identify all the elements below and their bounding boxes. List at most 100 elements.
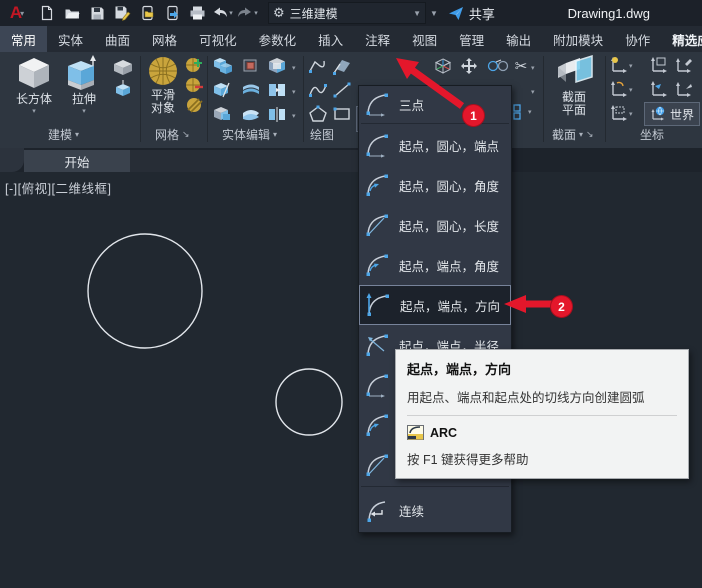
chevron-down-icon[interactable]: ▾ bbox=[629, 110, 633, 118]
line-button[interactable] bbox=[331, 80, 353, 100]
panel-separator bbox=[303, 56, 304, 142]
ucs-rotate-button[interactable] bbox=[608, 79, 628, 99]
panel-label-modeling[interactable]: 建模 ▾ bbox=[48, 126, 79, 143]
save-to-web-button[interactable] bbox=[161, 2, 183, 24]
ucs-previous-button[interactable] bbox=[648, 79, 668, 99]
tab-parametric[interactable]: 参数化 bbox=[248, 26, 308, 52]
tab-view[interactable]: 视图 bbox=[401, 26, 448, 52]
autocad-window: A ▾ ▾ ▾ ⚙ 三维建模 ▼ ▼ 共享 Drawing1.dwg 常用 实体… bbox=[0, 0, 702, 588]
subtract-button[interactable] bbox=[240, 56, 262, 76]
ribbon: 长方体 ▾ 拉伸 ▾ 建模 ▾ 平滑 对象 网格 ↘ ▾ ▾ ▾ 实体编辑 ▾ … bbox=[0, 52, 702, 148]
tab-featured-apps[interactable]: 精选应用 bbox=[661, 26, 702, 52]
chevron-down-icon[interactable]: ▾ bbox=[629, 86, 633, 94]
presspull-button[interactable] bbox=[112, 79, 134, 99]
separate-button[interactable] bbox=[266, 104, 288, 124]
interfere-button[interactable] bbox=[266, 56, 288, 76]
extrude-icon bbox=[68, 55, 96, 90]
open-from-web-button[interactable] bbox=[136, 2, 158, 24]
tab-home[interactable]: 常用 bbox=[0, 26, 48, 52]
ucs-origin-button[interactable] bbox=[674, 55, 694, 75]
tab-visualize[interactable]: 可视化 bbox=[188, 26, 248, 52]
spline-button[interactable] bbox=[307, 80, 329, 100]
save-button[interactable] bbox=[86, 2, 108, 24]
menu-divider bbox=[361, 486, 509, 487]
document-title: Drawing1.dwg bbox=[567, 5, 650, 21]
paper-plane-icon bbox=[448, 6, 463, 20]
ucs-named-button[interactable] bbox=[648, 55, 668, 75]
tab-collaborate[interactable]: 协作 bbox=[614, 26, 661, 52]
chevron-down-icon[interactable]: ▾ bbox=[528, 108, 532, 116]
panel-label-draw[interactable]: 绘图 bbox=[310, 126, 334, 143]
chevron-down-icon[interactable]: ▾ bbox=[531, 64, 535, 72]
ucs-icon-button[interactable] bbox=[608, 55, 628, 75]
tab-solid[interactable]: 实体 bbox=[47, 26, 94, 52]
tab-manage[interactable]: 管理 bbox=[448, 26, 495, 52]
box-button[interactable]: 长方体 ▾ bbox=[8, 55, 60, 115]
share-button[interactable]: 共享 bbox=[448, 4, 495, 23]
chevron-down-icon[interactable]: ▾ bbox=[629, 62, 633, 70]
gizmo-button[interactable] bbox=[432, 56, 454, 76]
chevron-down-icon[interactable]: ▾ bbox=[292, 112, 296, 120]
arc-center-start-angle-icon bbox=[363, 410, 393, 440]
shell-button[interactable] bbox=[240, 104, 262, 124]
arc-center-start-length-icon bbox=[363, 450, 393, 480]
trim-button[interactable]: ✂ bbox=[512, 56, 530, 76]
tab-insert[interactable]: 插入 bbox=[307, 26, 354, 52]
gear-icon: ⚙ bbox=[273, 5, 285, 20]
union-button[interactable] bbox=[212, 56, 234, 76]
surface-patch-button[interactable] bbox=[331, 56, 353, 76]
file-tab-start[interactable]: 开始 bbox=[24, 150, 130, 172]
lasso-select-button[interactable] bbox=[486, 56, 510, 76]
tab-surface[interactable]: 曲面 bbox=[94, 26, 141, 52]
chevron-down-icon[interactable]: ▾ bbox=[292, 64, 296, 72]
qat-customize-icon[interactable]: ▼ bbox=[430, 9, 438, 18]
tooltip-description: 用起点、端点和起点处的切线方向创建圆弧 bbox=[407, 391, 645, 405]
open-file-button[interactable] bbox=[61, 2, 83, 24]
menu-item-start-end-angle[interactable]: 起点，端点，角度 bbox=[359, 245, 511, 285]
menu-item-three-point[interactable]: 三点 bbox=[359, 86, 511, 122]
ucs-zaxis-button[interactable] bbox=[674, 79, 694, 99]
save-as-button[interactable] bbox=[111, 2, 133, 24]
menu-item-continue[interactable]: 连续 bbox=[359, 488, 511, 532]
polygon-button[interactable] bbox=[307, 104, 329, 124]
move-button[interactable] bbox=[458, 56, 480, 76]
tab-mesh[interactable]: 网格 bbox=[141, 26, 188, 52]
plot-button[interactable] bbox=[186, 2, 208, 24]
menu-item-start-center-end[interactable]: 起点，圆心，端点 bbox=[359, 125, 511, 165]
new-file-button[interactable] bbox=[36, 2, 58, 24]
mesh-refine-button[interactable] bbox=[185, 56, 205, 74]
panel-label-coords[interactable]: 坐标 bbox=[640, 126, 664, 143]
panel-label-solid-edit[interactable]: 实体编辑 ▾ bbox=[222, 126, 277, 143]
menu-item-start-center-angle[interactable]: 起点，圆心，角度 bbox=[359, 165, 511, 205]
autocad-app-menu-icon[interactable]: A ▾ bbox=[4, 2, 30, 24]
chevron-down-icon[interactable]: ▾ bbox=[292, 88, 296, 96]
polysolid-button[interactable] bbox=[112, 58, 134, 78]
ucs-view-button[interactable] bbox=[608, 103, 628, 123]
extrude-button[interactable]: 拉伸 ▾ bbox=[62, 55, 106, 115]
undo-button[interactable]: ▾ bbox=[211, 2, 233, 24]
extract-edges-button[interactable] bbox=[266, 80, 288, 100]
arc-three-point-icon bbox=[363, 89, 393, 119]
menu-item-start-center-length[interactable]: 起点，圆心，长度 bbox=[359, 205, 511, 245]
redo-button[interactable]: ▾ bbox=[236, 2, 258, 24]
workspace-selector[interactable]: ⚙ 三维建模 ▼ bbox=[268, 2, 426, 24]
circle-small bbox=[275, 368, 343, 436]
panel-label-mesh[interactable]: 网格 ↘ bbox=[155, 126, 190, 143]
menu-item-start-end-direction[interactable]: 起点，端点，方向 bbox=[359, 285, 511, 325]
mesh-add-button[interactable] bbox=[185, 76, 205, 94]
rectangle-button[interactable] bbox=[331, 104, 353, 124]
slice-button[interactable] bbox=[212, 80, 234, 100]
tab-annotate[interactable]: 注释 bbox=[354, 26, 401, 52]
polyline-button[interactable] bbox=[307, 56, 329, 76]
smooth-object-button[interactable]: 平滑 对象 bbox=[142, 55, 184, 115]
tab-addins[interactable]: 附加模块 bbox=[542, 26, 614, 52]
file-tab-bar: 开始 bbox=[0, 148, 702, 172]
tab-output[interactable]: 输出 bbox=[495, 26, 542, 52]
mesh-smooth-less-button[interactable] bbox=[185, 96, 205, 114]
panel-label-section[interactable]: 截面 ▾ ↘ bbox=[552, 126, 594, 143]
imprint-button[interactable] bbox=[212, 104, 234, 124]
section-plane-button[interactable]: 截面 平面 bbox=[550, 55, 598, 117]
ucs-world-button[interactable]: 世界 bbox=[644, 102, 701, 126]
chevron-down-icon[interactable]: ▾ bbox=[531, 88, 535, 96]
thicken-button[interactable] bbox=[240, 80, 262, 100]
